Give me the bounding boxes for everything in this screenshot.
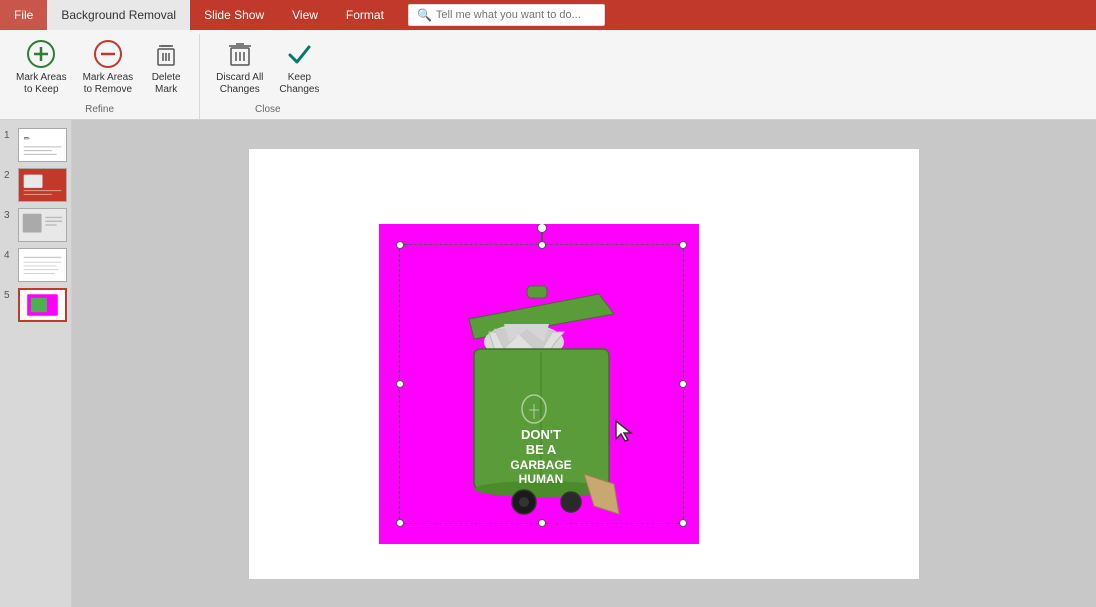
discard-label: Discard All Changes	[216, 72, 263, 96]
slide-canvas: DON'T BE A GARBAGE HUMAN	[249, 149, 919, 579]
ribbon-bar: Mark Areas to Keep Mark Areas to Remove	[0, 30, 1096, 120]
slide-image-1: ✏	[18, 128, 67, 162]
slide-thumb-2[interactable]: 2	[4, 168, 67, 202]
selected-image-container[interactable]: DON'T BE A GARBAGE HUMAN	[379, 224, 699, 544]
svg-text:✏: ✏	[24, 134, 31, 143]
slide-panel: 1 ✏ 2	[0, 120, 72, 607]
close-group-label: Close	[210, 100, 325, 115]
slide-image-5	[18, 288, 67, 322]
search-icon: 🔍	[417, 8, 432, 22]
slide-thumb-1[interactable]: 1 ✏	[4, 128, 67, 162]
slide-thumb-3[interactable]: 3	[4, 208, 67, 242]
tab-slideshow[interactable]: Slide Show	[190, 0, 278, 30]
discard-changes-button[interactable]: Discard All Changes	[210, 34, 269, 100]
slide-number-2: 2	[4, 170, 14, 181]
keep-icon	[283, 38, 315, 70]
slide-image-3	[18, 208, 67, 242]
mark-remove-icon	[92, 38, 124, 70]
svg-text:GARBAGE: GARBAGE	[510, 458, 571, 472]
close-buttons: Discard All Changes Keep Changes	[210, 34, 325, 100]
slide-number-1: 1	[4, 130, 14, 141]
slide-number-5: 5	[4, 290, 14, 301]
svg-text:HUMAN: HUMAN	[519, 472, 564, 486]
discard-icon	[224, 38, 256, 70]
refine-buttons: Mark Areas to Keep Mark Areas to Remove	[10, 34, 189, 100]
tab-view[interactable]: View	[278, 0, 332, 30]
keep-label: Keep Changes	[279, 72, 319, 96]
ribbon-group-refine: Mark Areas to Keep Mark Areas to Remove	[0, 34, 200, 119]
delete-mark-label: Delete Mark	[152, 72, 181, 96]
slide-image-4	[18, 248, 67, 282]
delete-mark-icon	[150, 38, 182, 70]
search-input[interactable]	[436, 9, 596, 21]
ribbon-tabs: File Background Removal Slide Show View …	[0, 0, 1096, 30]
ribbon-group-close: Discard All Changes Keep Changes Close	[200, 34, 335, 119]
image-magenta-background: DON'T BE A GARBAGE HUMAN	[379, 224, 699, 544]
canvas-area: DON'T BE A GARBAGE HUMAN	[72, 120, 1096, 607]
tab-file[interactable]: File	[0, 0, 47, 30]
slide-number-4: 4	[4, 250, 14, 261]
slide-number-3: 3	[4, 210, 14, 221]
mark-keep-label: Mark Areas to Keep	[16, 72, 67, 96]
delete-mark-button[interactable]: Delete Mark	[143, 34, 189, 100]
mark-keep-icon	[25, 38, 57, 70]
svg-text:BE A: BE A	[526, 442, 557, 457]
svg-text:DON'T: DON'T	[521, 427, 561, 442]
tab-background-removal[interactable]: Background Removal	[47, 0, 190, 30]
slide-image-2	[18, 168, 67, 202]
mark-remove-label: Mark Areas to Remove	[83, 72, 134, 96]
mark-areas-keep-button[interactable]: Mark Areas to Keep	[10, 34, 73, 100]
main-layout: 1 ✏ 2	[0, 120, 1096, 607]
slide-thumb-4[interactable]: 4	[4, 248, 67, 282]
refine-group-label: Refine	[10, 100, 189, 115]
mark-areas-remove-button[interactable]: Mark Areas to Remove	[77, 34, 140, 100]
slide-thumb-5[interactable]: 5	[4, 288, 67, 322]
tab-format[interactable]: Format	[332, 0, 398, 30]
ribbon-search-bar[interactable]: 🔍	[408, 4, 605, 26]
keep-changes-button[interactable]: Keep Changes	[273, 34, 325, 100]
